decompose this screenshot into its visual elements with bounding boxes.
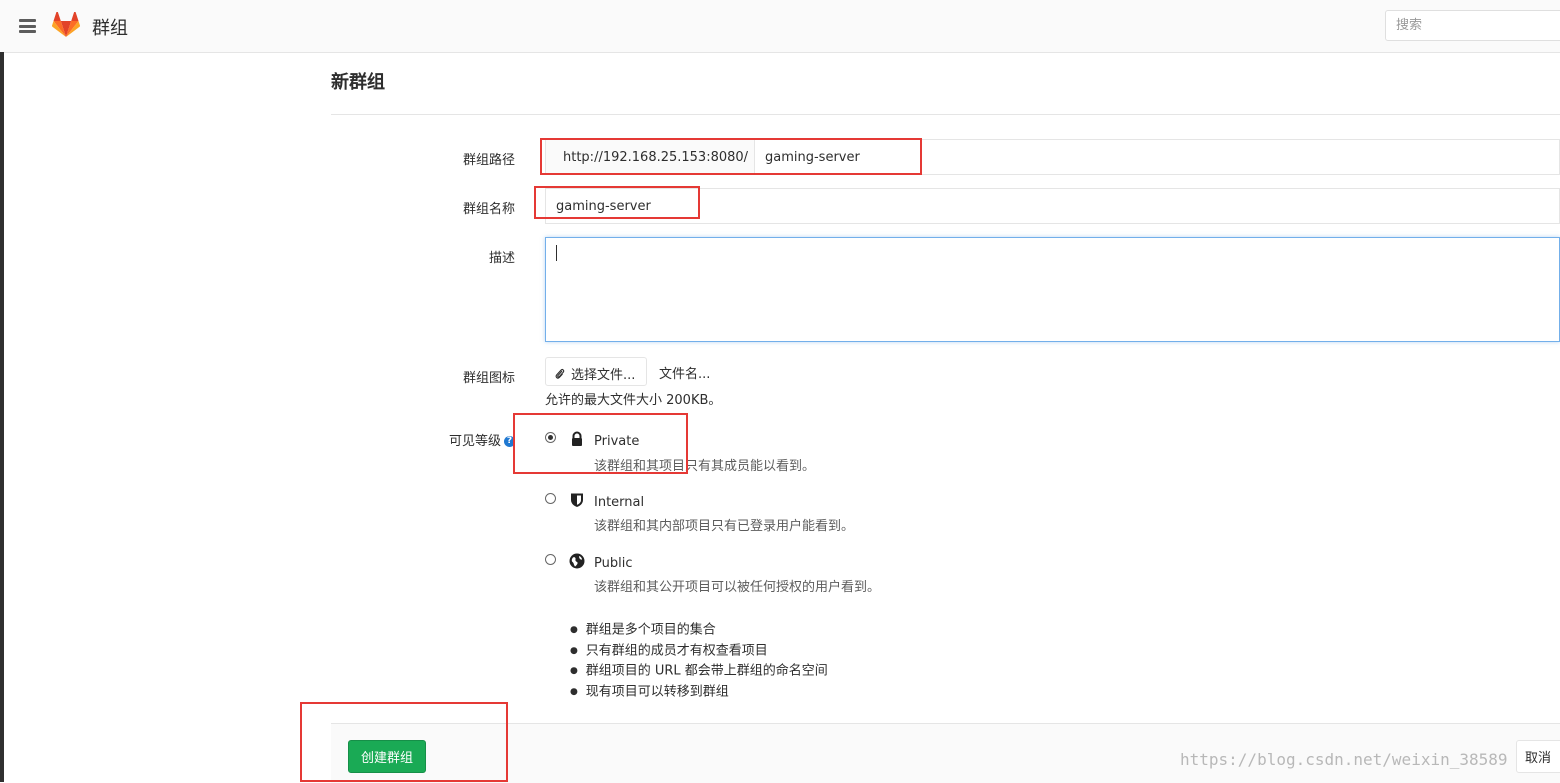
question-icon[interactable]: ? [504, 436, 515, 447]
hamburger-menu-icon[interactable] [19, 19, 36, 33]
description-label: 描述 [488, 251, 515, 266]
visibility-radio-private[interactable] [545, 432, 556, 443]
group-name-label: 群组名称 [462, 202, 515, 217]
max-size-hint: 允许的最大文件大小 200KB。 [545, 393, 722, 408]
lock-icon [572, 431, 582, 446]
group-path-label: 群组路径 [462, 153, 515, 168]
left-edge-border [0, 52, 4, 782]
group-info-list: 群组是多个项目的集合 只有群组的成员才有权查看项目 群组项目的 URL 都会带上… [570, 620, 828, 702]
text-caret [556, 245, 557, 261]
divider [331, 114, 1560, 115]
visibility-level-label: 可见等级? [315, 430, 515, 449]
watermark-text: https://blog.csdn.net/weixin_38589 [1180, 750, 1508, 769]
visibility-title-internal: Internal [594, 495, 645, 510]
visibility-radio-internal[interactable] [545, 493, 556, 504]
visibility-radio-public[interactable] [545, 554, 556, 565]
list-item: 群组项目的 URL 都会带上群组的命名空间 [570, 661, 828, 682]
list-item: 现有项目可以转移到群组 [570, 682, 828, 703]
visibility-desc-private: 该群组和其项目只有其成员能以看到。 [594, 459, 816, 474]
shield-icon [571, 493, 583, 507]
visibility-desc-internal: 该群组和其内部项目只有已登录用户能看到。 [594, 519, 855, 534]
visibility-title-public: Public [594, 556, 633, 571]
group-name-input[interactable] [545, 188, 1560, 224]
list-item: 只有群组的成员才有权查看项目 [570, 641, 828, 662]
globe-icon [569, 553, 585, 569]
group-avatar-label: 群组图标 [462, 371, 515, 386]
description-textarea[interactable] [545, 237, 1560, 342]
search-input[interactable] [1385, 10, 1560, 41]
choose-file-button[interactable]: 选择文件... [545, 357, 647, 386]
top-navbar: 群组 [0, 0, 1560, 53]
create-group-button[interactable]: 创建群组 [348, 740, 426, 773]
header-title: 群组 [92, 18, 128, 39]
visibility-title-private: Private [594, 434, 640, 449]
group-path-prefix: http://192.168.25.153:8080/ [545, 139, 754, 175]
list-item: 群组是多个项目的集合 [570, 620, 828, 641]
gitlab-logo-icon[interactable] [52, 12, 80, 38]
cancel-button[interactable]: 取消 [1516, 740, 1560, 773]
group-path-input[interactable] [754, 139, 1560, 175]
file-name-text: 文件名... [659, 367, 711, 382]
choose-file-label: 选择文件... [571, 368, 636, 383]
paperclip-icon [555, 369, 565, 379]
visibility-label-text: 可见等级 [448, 434, 501, 449]
visibility-desc-public: 该群组和其公开项目可以被任何授权的用户看到。 [594, 580, 881, 595]
page-title: 新群组 [331, 72, 385, 93]
